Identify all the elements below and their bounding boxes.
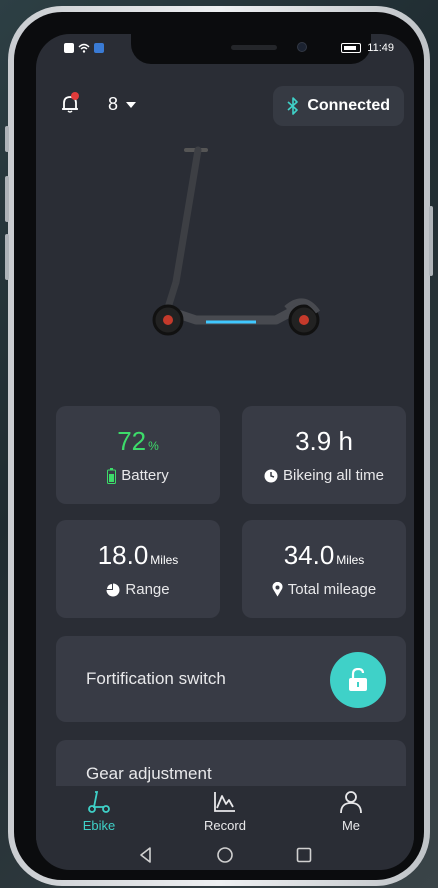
range-unit: Miles bbox=[150, 553, 179, 567]
home-icon[interactable] bbox=[216, 846, 234, 864]
fortification-label: Fortification switch bbox=[86, 669, 226, 688]
clock-icon bbox=[264, 469, 278, 482]
fortification-toggle-button[interactable] bbox=[330, 652, 386, 708]
gear-adjustment-label: Gear adjustment bbox=[86, 764, 212, 783]
battery-card: 72 % Battery bbox=[56, 406, 220, 504]
nav-label-ebike: Ebike bbox=[82, 818, 116, 833]
bottom-nav: Ebike Record Me bbox=[36, 786, 414, 840]
person-icon bbox=[340, 791, 362, 814]
nav-item-record[interactable]: Record bbox=[162, 786, 288, 840]
notification-status-icon bbox=[64, 43, 74, 53]
range-value: 18.0 Miles bbox=[98, 540, 179, 571]
battery-value: 72 % bbox=[117, 426, 159, 457]
nav-label-record: Record bbox=[204, 818, 246, 833]
scooter-image bbox=[152, 146, 321, 336]
bluetooth-icon bbox=[287, 97, 299, 115]
device-number: 8 bbox=[108, 94, 119, 114]
battery-status-icon bbox=[341, 43, 362, 53]
mute-switch bbox=[5, 126, 9, 152]
power-button bbox=[429, 206, 433, 276]
status-icons-right: 11:49 bbox=[341, 42, 394, 54]
bike-time-label-row: Bikeing all time bbox=[264, 467, 384, 484]
phone-bezel: 11:49 8 Connected 72 % Battery 3.9 h Bik… bbox=[14, 12, 424, 880]
total-mileage-number: 34.0 bbox=[283, 540, 335, 570]
volume-down-button bbox=[5, 234, 9, 280]
location-pin-icon bbox=[272, 582, 283, 597]
connection-status-label: Connected bbox=[307, 97, 390, 114]
nav-item-ebike[interactable]: Ebike bbox=[36, 786, 162, 840]
range-number: 18.0 bbox=[97, 540, 149, 570]
range-label-row: Range bbox=[106, 581, 170, 598]
scooter-icon bbox=[88, 791, 110, 813]
bike-time-value: 3.9 h bbox=[295, 426, 353, 457]
recent-apps-icon[interactable] bbox=[295, 846, 313, 864]
range-card: 18.0 Miles Range bbox=[56, 520, 220, 618]
total-mileage-unit: Miles bbox=[336, 553, 365, 567]
caret-down-icon bbox=[126, 101, 137, 108]
nav-item-me[interactable]: Me bbox=[288, 786, 414, 840]
app-header: 8 Connected bbox=[36, 82, 414, 126]
total-mileage-value: 34.0 Miles bbox=[284, 540, 365, 571]
notification-dot bbox=[71, 92, 79, 100]
total-mileage-label: Total mileage bbox=[287, 581, 377, 598]
connection-status-button[interactable]: Connected bbox=[273, 86, 404, 126]
unlock-icon bbox=[349, 668, 367, 691]
app-screen: 11:49 8 Connected 72 % Battery 3.9 h Bik… bbox=[36, 34, 414, 870]
pie-icon bbox=[106, 583, 120, 596]
battery-icon bbox=[107, 467, 117, 484]
battery-percent: 72 bbox=[117, 426, 147, 456]
status-time: 11:49 bbox=[367, 42, 394, 54]
bike-time-card: 3.9 h Bikeing all time bbox=[242, 406, 406, 504]
battery-unit: % bbox=[148, 439, 159, 453]
phone-frame: 11:49 8 Connected 72 % Battery 3.9 h Bik… bbox=[5, 6, 433, 886]
back-icon[interactable] bbox=[137, 846, 155, 864]
total-mileage-label-row: Total mileage bbox=[272, 581, 376, 598]
shield-status-icon bbox=[94, 43, 104, 53]
wifi-icon bbox=[78, 43, 90, 53]
battery-label-row: Battery bbox=[107, 467, 169, 484]
status-bar: 11:49 bbox=[36, 41, 414, 59]
device-selector[interactable]: 8 bbox=[108, 94, 137, 115]
system-navigation-bar bbox=[36, 840, 414, 870]
volume-up-button bbox=[5, 176, 9, 222]
nav-label-me: Me bbox=[341, 818, 361, 833]
range-label: Range bbox=[125, 581, 170, 598]
bike-time-label: Bikeing all time bbox=[283, 467, 384, 484]
bike-time-number: 3.9 h bbox=[295, 426, 353, 456]
chart-icon bbox=[214, 792, 235, 812]
fortification-card: Fortification switch bbox=[56, 636, 406, 722]
status-icons-left bbox=[64, 43, 104, 53]
battery-label: Battery bbox=[121, 467, 169, 484]
total-mileage-card: 34.0 Miles Total mileage bbox=[242, 520, 406, 618]
